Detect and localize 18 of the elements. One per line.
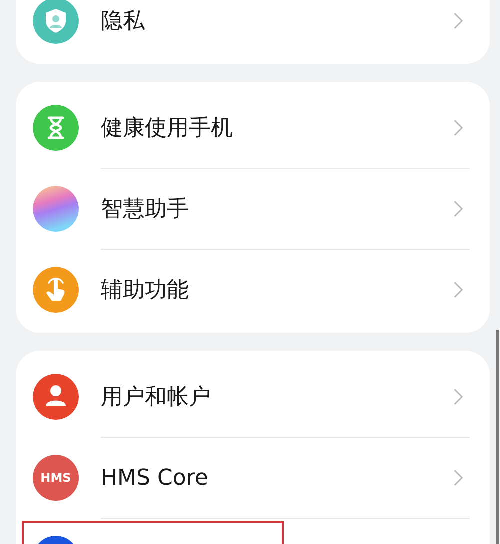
setting-label[interactable]: 健康使用手机 [101, 113, 453, 143]
person-icon [33, 374, 79, 420]
chevron-icon [453, 468, 464, 488]
setting-label[interactable]: 用户和帐户 [101, 382, 453, 412]
chevron-icon [453, 387, 464, 407]
chevron-icon [453, 118, 464, 138]
setting-label[interactable]: 辅助功能 [101, 275, 453, 305]
setting-label[interactable]: HMS Core [101, 466, 453, 490]
setting-label[interactable]: 智慧助手 [101, 194, 453, 224]
chevron-icon [453, 280, 464, 300]
hourglass-icon [33, 105, 79, 151]
hms-logo-icon: HMS [33, 455, 79, 501]
setting-label[interactable]: 隐私 [101, 6, 453, 36]
hand-icon [33, 267, 79, 313]
orb-icon [33, 186, 79, 232]
chevron-icon [453, 199, 464, 219]
chevron-icon [453, 11, 464, 31]
scrollbar[interactable] [496, 330, 499, 544]
